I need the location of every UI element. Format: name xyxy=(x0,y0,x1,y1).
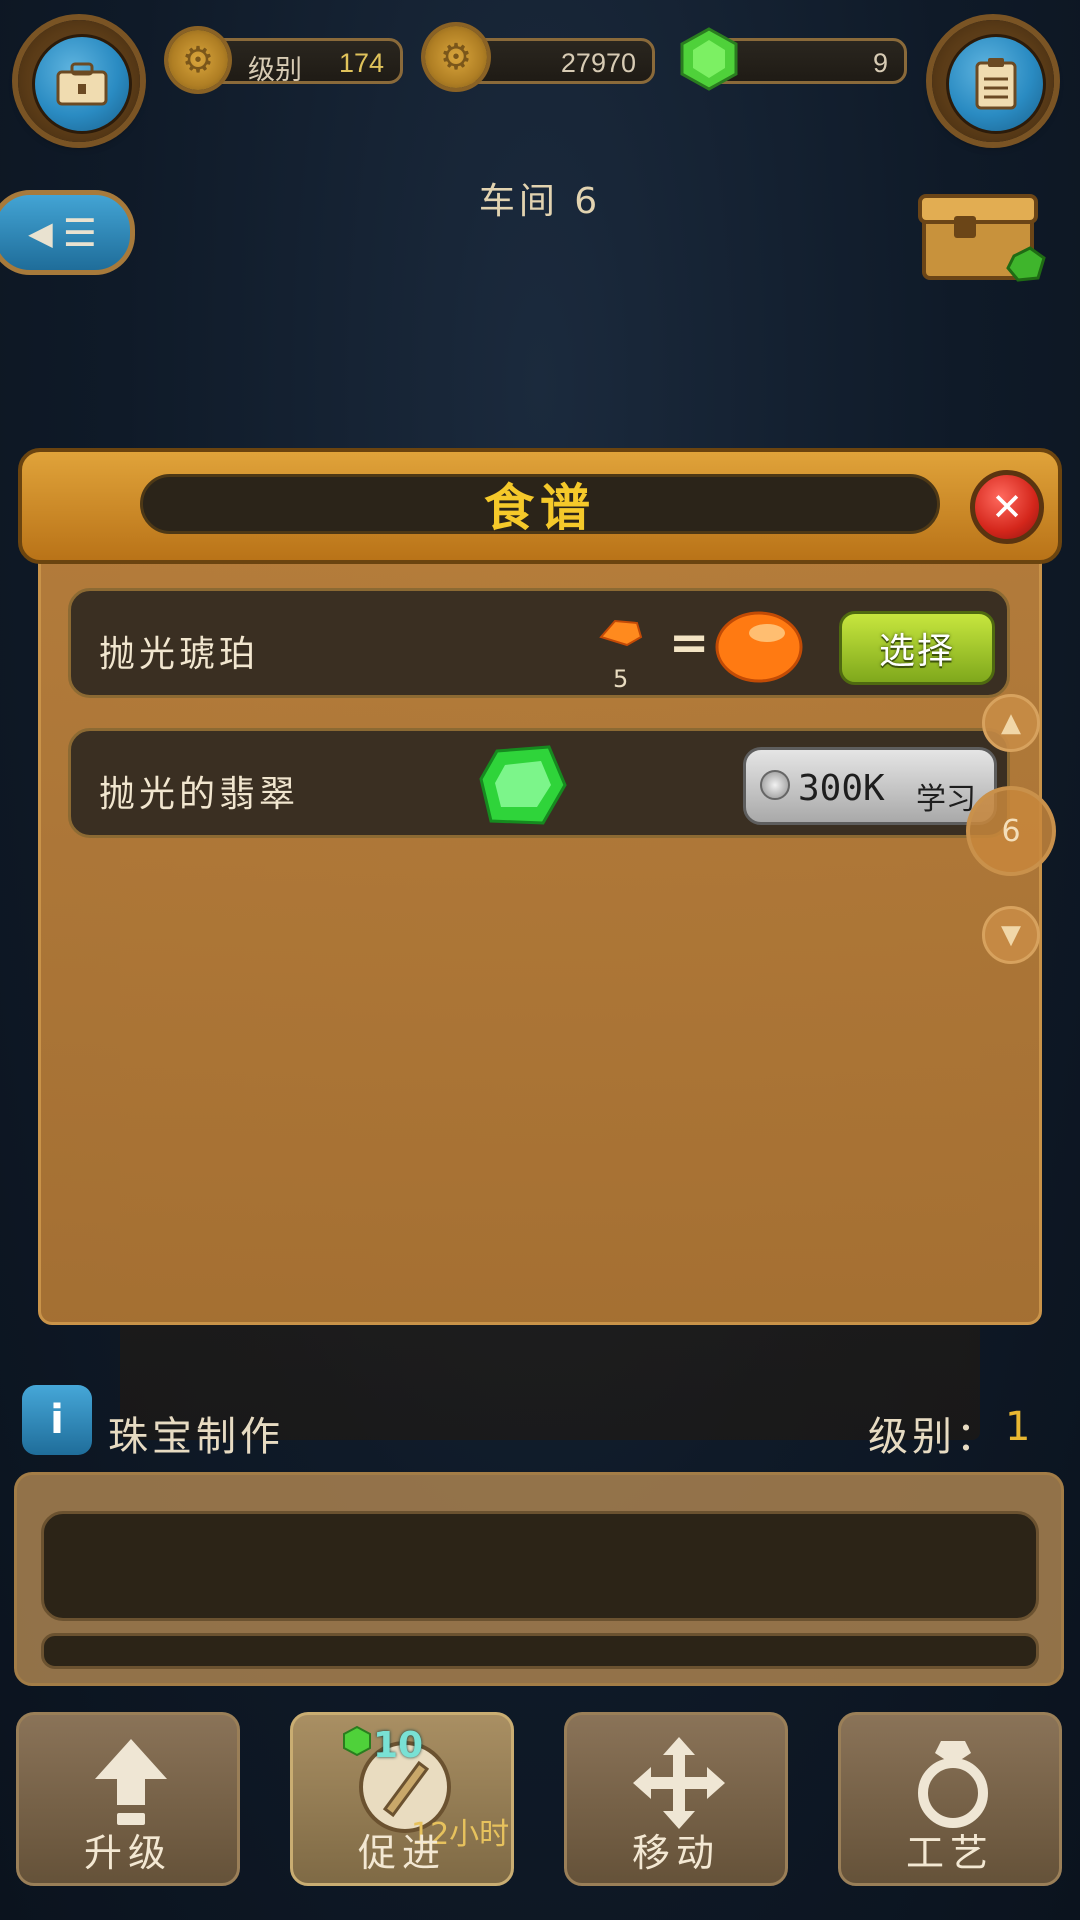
boost-gem-cost: 10 xyxy=(373,1725,424,1766)
move-button[interactable]: 移动 xyxy=(564,1712,788,1886)
scroll-down-button[interactable]: ▼ xyxy=(982,906,1040,964)
boost-button[interactable]: 10 12小时 促进 xyxy=(290,1712,514,1886)
scroll-up-button[interactable]: ▲ xyxy=(982,694,1040,752)
chevron-up-icon: ▲ xyxy=(1001,708,1021,738)
workshop-level-label: 级别： xyxy=(868,1414,1000,1460)
recipe-name: 抛光琥珀 xyxy=(99,634,260,675)
upgrade-arrow-icon xyxy=(81,1733,181,1833)
craft-button[interactable]: 工艺 xyxy=(838,1712,1062,1886)
back-menu-button[interactable]: ◀ ☰ xyxy=(0,190,135,275)
level-label: 级别 xyxy=(248,55,302,86)
move-label: 移动 xyxy=(631,1831,720,1875)
clipboard-icon xyxy=(946,34,1046,134)
boost-label: 促进 xyxy=(357,1831,446,1875)
progress-bar xyxy=(41,1633,1039,1669)
silver-coin-icon xyxy=(760,770,790,800)
quest-button[interactable] xyxy=(932,20,1054,142)
page-indicator: 6 xyxy=(966,786,1056,876)
treasure-chest-button[interactable] xyxy=(918,186,1048,286)
recipe-row-polished-emerald: 抛光的翡翠 300K 学习 xyxy=(68,728,1010,838)
level-bar: 级别 174 xyxy=(205,38,403,86)
learn-cost: 300K xyxy=(798,768,885,809)
recipe-panel-header: 食谱 ✕ xyxy=(18,448,1062,564)
move-arrows-icon xyxy=(629,1733,729,1833)
workshop-level-value: 1 xyxy=(1005,1404,1031,1450)
input-count: 5 xyxy=(613,665,629,693)
craft-label: 工艺 xyxy=(905,1831,994,1875)
back-arrow-icon: ◀ xyxy=(28,213,53,252)
recipe-name: 抛光的翡翠 xyxy=(99,774,300,815)
learn-label: 学习 xyxy=(916,782,976,817)
info-button[interactable]: i xyxy=(22,1385,92,1455)
ring-icon xyxy=(903,1733,1003,1833)
menu-icon: ☰ xyxy=(62,210,97,255)
learn-button[interactable]: 300K 学习 xyxy=(743,747,997,825)
page-number: 6 xyxy=(1001,813,1021,849)
briefcase-icon xyxy=(32,34,132,134)
close-icon: ✕ xyxy=(991,485,1023,529)
workshop-name: 珠宝制作 xyxy=(108,1414,284,1460)
gem-cost-icon xyxy=(341,1725,373,1757)
upgrade-label: 升级 xyxy=(83,1831,172,1875)
close-button[interactable]: ✕ xyxy=(970,470,1044,544)
gem-icon xyxy=(676,26,742,92)
chevron-down-icon: ▼ xyxy=(1001,920,1021,950)
upgrade-button[interactable]: 升级 xyxy=(16,1712,240,1886)
recipe-row-polished-amber: 抛光琥珀 5 = 选择 xyxy=(68,588,1010,698)
recipe-title-box: 食谱 xyxy=(140,474,940,537)
inventory-button[interactable] xyxy=(18,20,140,142)
coin-value: 27970 xyxy=(560,48,636,78)
gear-icon: ⚙ xyxy=(168,30,228,90)
equals-sign: = xyxy=(669,615,710,671)
level-value: 174 xyxy=(338,48,384,78)
info-icon: i xyxy=(50,1397,64,1443)
emerald-icon xyxy=(477,743,569,827)
coin-icon: ⚙ xyxy=(425,26,487,88)
recipe-panel-title: 食谱 xyxy=(484,479,596,537)
production-slot xyxy=(41,1511,1039,1621)
raw-amber-icon xyxy=(597,615,643,649)
gem-value: 9 xyxy=(872,48,888,78)
production-frame xyxy=(14,1472,1064,1686)
polished-amber-icon xyxy=(713,607,805,685)
select-button[interactable]: 选择 xyxy=(839,611,995,685)
